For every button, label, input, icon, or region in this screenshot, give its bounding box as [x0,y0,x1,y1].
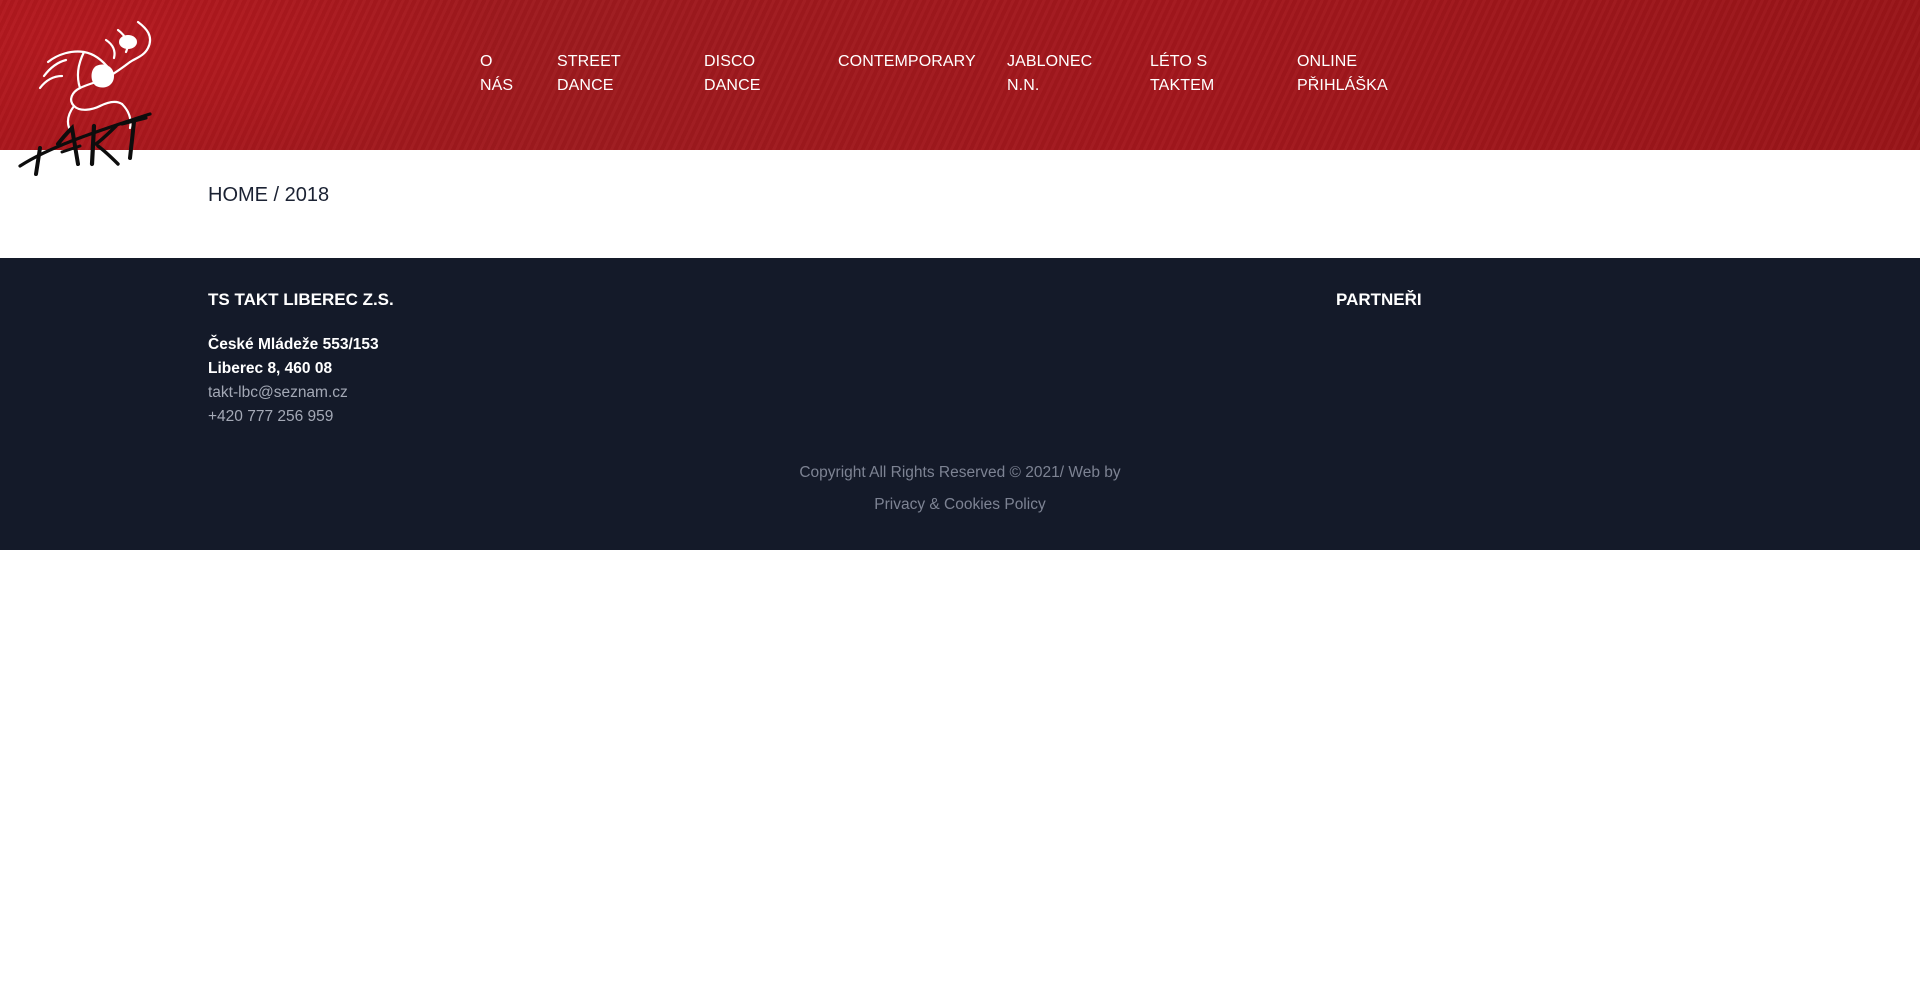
breadcrumb-home[interactable]: HOME [208,184,268,206]
nav-item-online-prihlaska[interactable]: ONLINE PŘIHLÁŠKA [1297,50,1388,98]
site-header: O NÁS STREET DANCE DISCO DANCE CONTEMPOR… [0,0,1920,150]
breadcrumb: HOME / 2018 [208,183,329,207]
footer-address-line1: České Mládeže 553/153 [208,336,379,353]
nav-item-street-dance[interactable]: STREET DANCE [557,50,621,98]
nav-item-jablonec[interactable]: JABLONEC N.N. [1007,50,1092,98]
nav-item-o-nas[interactable]: O NÁS [480,50,513,98]
breadcrumb-separator: / [268,184,285,206]
footer-org-title: TS TAKT LIBEREC Z.S. [208,290,394,309]
site-footer: TS TAKT LIBEREC Z.S. České Mládeže 553/1… [0,258,1920,550]
footer-partners-title: PARTNEŘI [1336,290,1422,309]
nav-item-disco-dance[interactable]: DISCO DANCE [704,50,761,98]
privacy-policy-link[interactable]: Privacy & Cookies Policy [0,493,1920,517]
footer-email-link[interactable]: takt-lbc@seznam.cz [208,381,348,405]
nav-item-contemporary[interactable]: CONTEMPORARY [838,50,976,74]
breadcrumb-current: 2018 [284,184,330,206]
takt-logo[interactable] [18,18,178,176]
footer-address-line2: Liberec 8, 460 08 [208,360,333,377]
footer-copyright: Copyright All Rights Reserved © 2021/ We… [799,464,1121,481]
nav-item-leto-s-taktem[interactable]: LÉTO S TAKTEM [1150,50,1214,98]
footer-phone-link[interactable]: +420 777 256 959 [208,405,333,429]
